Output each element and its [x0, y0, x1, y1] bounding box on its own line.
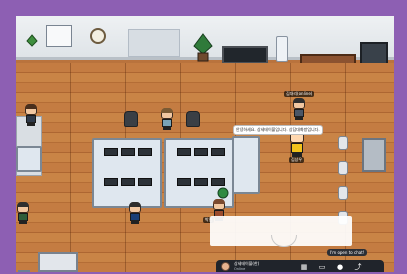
bottom-plant-icon [217, 184, 229, 199]
light-chair[interactable] [338, 136, 348, 150]
monitor[interactable] [177, 178, 191, 186]
user-status: Online [234, 267, 246, 271]
game-viewport[interactable]: 김대리(online) 안녕하세요. 상세테이블입니다. 상담대화방입니다. 김… [16, 16, 394, 272]
monitor[interactable] [194, 148, 208, 156]
door-panel[interactable] [362, 138, 386, 172]
side-desk [232, 136, 260, 194]
monitor[interactable] [138, 148, 152, 156]
wall-plant-icon [24, 32, 40, 47]
potted-plant-icon [192, 32, 214, 62]
wall-board [46, 25, 72, 47]
monitor[interactable] [138, 178, 152, 186]
top-nametag: 김대리(online) [284, 91, 315, 97]
monitor[interactable] [121, 148, 135, 156]
monitor[interactable] [121, 178, 135, 186]
leave-icon[interactable]: ⤴ [354, 263, 362, 271]
open-to-chat-badge[interactable]: I'm open to chat! [327, 249, 368, 256]
avatar[interactable] [128, 202, 142, 224]
office-chair[interactable] [124, 111, 138, 127]
center-nametag: 김상우 [289, 157, 305, 163]
avatar-top[interactable] [292, 98, 306, 120]
lounge-desk [16, 146, 42, 172]
bottom-toolbar[interactable]: 상세테이블(한) Online ▦ ▭ ● ⤴ [216, 260, 384, 272]
office-chair[interactable] [186, 111, 200, 127]
tv-screen [222, 46, 268, 64]
monitor[interactable] [177, 148, 191, 156]
camera-icon[interactable]: ● [336, 263, 344, 271]
bottom-table [38, 252, 78, 272]
monitor[interactable] [104, 148, 118, 156]
screen-icon[interactable]: ▭ [318, 263, 326, 271]
light-chair[interactable] [338, 161, 348, 175]
avatar[interactable] [16, 202, 30, 224]
user-avatar[interactable] [221, 262, 230, 271]
light-chair[interactable] [338, 186, 348, 200]
monitor[interactable] [211, 148, 225, 156]
wall-clock-icon [90, 28, 106, 44]
map-icon[interactable]: ▦ [300, 263, 308, 271]
monitor[interactable] [104, 178, 118, 186]
speech-bubble: 안녕하세요. 상세테이블입니다. 상담대화방입니다. [233, 125, 323, 135]
avatar[interactable] [160, 108, 174, 130]
monitor[interactable] [194, 178, 208, 186]
wall-whiteboard [128, 29, 180, 57]
avatar[interactable] [24, 104, 38, 126]
app-frame: 김대리(online) 안녕하세요. 상세테이블입니다. 상담대화방입니다. 김… [0, 0, 407, 274]
corner-bar [18, 270, 30, 272]
water-cooler [276, 36, 288, 62]
